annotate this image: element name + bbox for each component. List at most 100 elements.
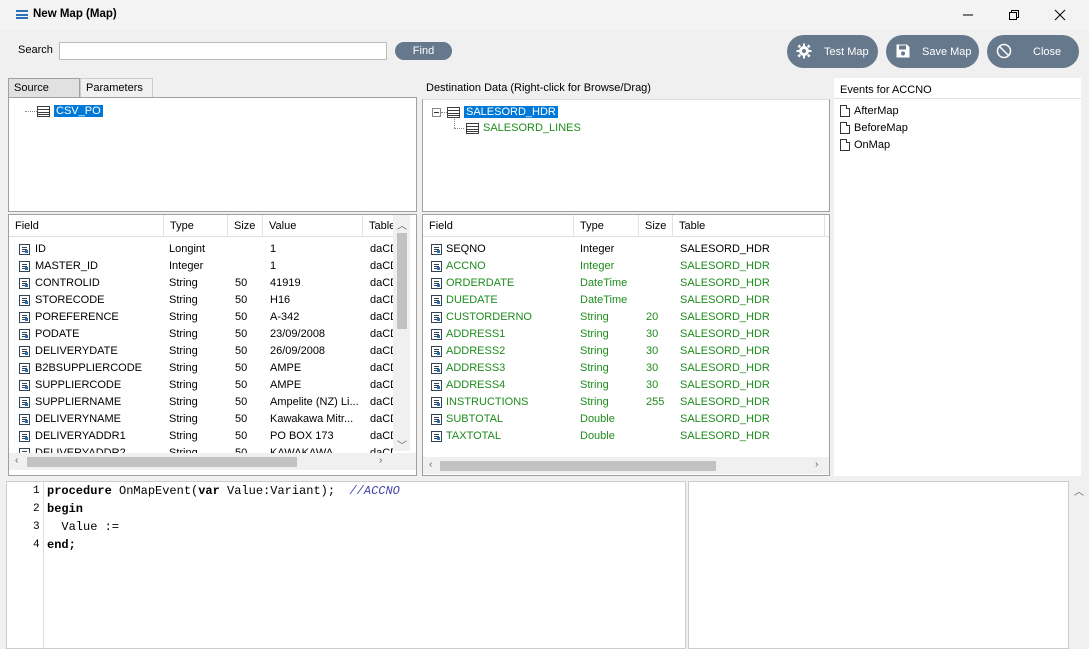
table-row[interactable]: CONTROLID String 50 41919 daCD	[9, 275, 394, 292]
event-item[interactable]: OnMap	[840, 138, 890, 152]
table-row[interactable]: SEQNO Integer SALESORD_HDR	[423, 241, 829, 258]
table-row[interactable]: STORECODE String 50 H16 daCD	[9, 292, 394, 309]
column-header-value[interactable]: Value	[263, 215, 363, 237]
table-row[interactable]: ADDRESS4 String 30 SALESORD_HDR	[423, 377, 829, 394]
table-row[interactable]: ORDERDATE DateTime SALESORD_HDR	[423, 275, 829, 292]
field-icon	[19, 346, 30, 357]
cell-type: DateTime	[580, 277, 628, 289]
test-map-button[interactable]: Test Map	[787, 35, 878, 68]
table-row[interactable]: INSTRUCTIONS String 255 SALESORD_HDR	[423, 394, 829, 411]
column-header-size[interactable]: Size	[639, 215, 673, 237]
editor-vertical-scrollbar[interactable]: ︿	[1070, 481, 1087, 649]
field-icon	[431, 431, 442, 442]
cell-field: SUBTOTAL	[446, 413, 504, 425]
column-header-table[interactable]: Table	[673, 215, 825, 237]
scroll-up-arrow-icon[interactable]: ︿	[397, 217, 407, 232]
destination-horizontal-scrollbar[interactable]: ‹ ›	[423, 457, 829, 474]
table-row[interactable]: ADDRESS3 String 30 SALESORD_HDR	[423, 360, 829, 377]
cell-field: TAXTOTAL	[446, 430, 502, 442]
source-horizontal-scrollbar[interactable]: ‹ ›	[9, 453, 416, 470]
event-item[interactable]: BeforeMap	[840, 121, 908, 135]
cell-type: String	[169, 277, 198, 289]
scroll-down-arrow-icon[interactable]: ﹀	[397, 437, 407, 452]
table-row[interactable]: DELIVERYDATE String 50 26/09/2008 daCD	[9, 343, 394, 360]
source-vertical-scrollbar[interactable]: ︿ ﹀	[393, 215, 410, 452]
destination-tree-root[interactable]: SALESORD_HDR	[447, 105, 558, 119]
close-map-button[interactable]: Close	[987, 35, 1079, 68]
find-button[interactable]: Find	[395, 42, 452, 60]
destination-header: Destination Data (Right-click for Browse…	[426, 82, 651, 94]
scroll-left-arrow-icon[interactable]: ‹	[429, 459, 432, 470]
table-row[interactable]: CUSTORDERNO String 20 SALESORD_HDR	[423, 309, 829, 326]
source-tree-root-label: CSV_PO	[54, 105, 103, 117]
table-row[interactable]: POREFERENCE String 50 A-342 daCD	[9, 309, 394, 326]
source-tree: CSV_PO	[8, 97, 417, 212]
scroll-thumb[interactable]	[27, 457, 297, 467]
cell-size: 50	[235, 277, 248, 289]
cell-table: SALESORD_HDR	[680, 413, 770, 425]
table-row[interactable]: PODATE String 50 23/09/2008 daCD	[9, 326, 394, 343]
table-row[interactable]: ADDRESS2 String 30 SALESORD_HDR	[423, 343, 829, 360]
code-line[interactable]: end;	[47, 538, 76, 552]
table-row[interactable]: ADDRESS1 String 30 SALESORD_HDR	[423, 326, 829, 343]
cell-table: daCD	[370, 277, 394, 289]
scroll-up-arrow-icon[interactable]: ︿	[1074, 483, 1084, 498]
table-row[interactable]: SUPPLIERCODE String 50 AMPE daCD	[9, 377, 394, 394]
code-line[interactable]: begin	[47, 502, 83, 516]
cell-value: Ampelite (NZ) Li...	[270, 396, 359, 408]
line-number: 2	[33, 503, 40, 515]
table-row[interactable]: MASTER_ID Integer 1 daCD	[9, 258, 394, 275]
column-header-field[interactable]: Field	[423, 215, 574, 237]
tab-source-data[interactable]: Source Data	[8, 78, 80, 112]
cell-value: AMPE	[270, 379, 302, 391]
table-row[interactable]: TAXTOTAL Double SALESORD_HDR	[423, 428, 829, 445]
column-header-size[interactable]: Size	[228, 215, 263, 237]
cell-size: 50	[235, 430, 248, 442]
menu-icon[interactable]	[16, 10, 28, 19]
code-line[interactable]: Value :=	[47, 520, 119, 534]
source-tree-root[interactable]: CSV_PO	[37, 104, 103, 118]
code-line[interactable]: procedure OnMapEvent(var Value:Variant);…	[47, 484, 400, 498]
column-header-type[interactable]: Type	[574, 215, 639, 237]
minimize-button[interactable]	[953, 5, 983, 25]
cell-table: SALESORD_HDR	[680, 345, 770, 357]
scroll-thumb[interactable]	[397, 233, 407, 329]
restore-button[interactable]	[999, 5, 1029, 25]
scroll-thumb[interactable]	[440, 461, 716, 471]
cell-field: DELIVERYNAME	[35, 413, 121, 425]
tab-parameters[interactable]: Parameters	[80, 78, 153, 97]
window-close-button[interactable]	[1045, 5, 1075, 25]
table-row[interactable]: SUPPLIERNAME String 50 Ampelite (NZ) Li... d…	[9, 394, 394, 411]
source-grid: Field Type Size Value Table ID Longint 1 da…	[8, 214, 417, 476]
minimize-icon	[963, 14, 973, 16]
table-row[interactable]: DELIVERYADDR1 String 50 PO BOX 173 daCD	[9, 428, 394, 445]
table-row[interactable]: B2BSUPPLIERCODE String 50 AMPE daCD	[9, 360, 394, 377]
code-text: Value :=	[47, 520, 120, 534]
table-row[interactable]: ACCNO Integer SALESORD_HDR	[423, 258, 829, 275]
cell-table: SALESORD_HDR	[680, 328, 770, 340]
cell-type: String	[169, 396, 198, 408]
tree-collapse-icon[interactable]	[432, 108, 441, 117]
cell-field: INSTRUCTIONS	[446, 396, 529, 408]
test-map-label: Test Map	[824, 46, 869, 58]
scroll-left-arrow-icon[interactable]: ‹	[15, 455, 18, 466]
column-header-field[interactable]: Field	[9, 215, 164, 237]
field-icon	[19, 414, 30, 425]
table-row[interactable]: ID Longint 1 daCD	[9, 241, 394, 258]
event-item[interactable]: AfterMap	[840, 104, 899, 118]
scroll-right-arrow-icon[interactable]: ›	[379, 455, 382, 466]
cell-size	[646, 411, 674, 428]
code-editor[interactable]: 1 procedure OnMapEvent(var Value:Variant)…	[6, 481, 686, 649]
table-row[interactable]: DELIVERYNAME String 50 Kawakawa Mitr... daCD	[9, 411, 394, 428]
table-icon	[447, 106, 460, 118]
destination-tree-child[interactable]: SALESORD_LINES	[466, 121, 581, 135]
field-icon	[431, 363, 442, 374]
document-icon	[840, 105, 850, 117]
line-number: 3	[33, 521, 40, 533]
column-header-type[interactable]: Type	[164, 215, 228, 237]
save-map-button[interactable]: Save Map	[886, 35, 979, 68]
table-row[interactable]: DUEDATE DateTime SALESORD_HDR	[423, 292, 829, 309]
table-row[interactable]: SUBTOTAL Double SALESORD_HDR	[423, 411, 829, 428]
search-input[interactable]	[59, 42, 387, 60]
scroll-right-arrow-icon[interactable]: ›	[815, 459, 818, 470]
